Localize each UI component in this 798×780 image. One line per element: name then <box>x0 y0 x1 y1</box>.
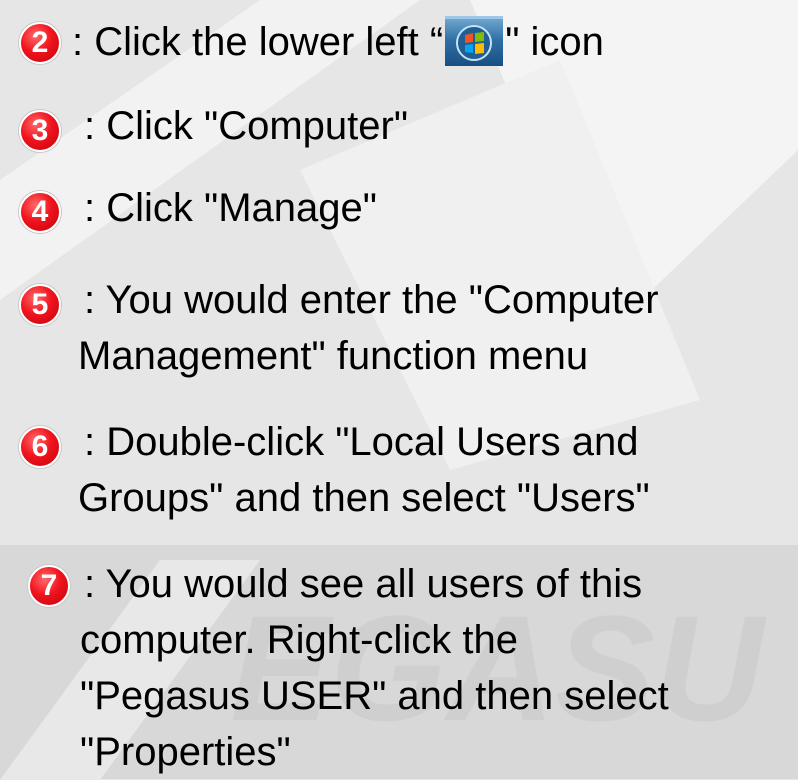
step-number-badge: 7 <box>28 565 70 607</box>
step-text-line: Management" function menu <box>78 334 589 378</box>
step-number-badge: 2 <box>19 22 61 64</box>
step-text: : Click "Computer" <box>84 98 408 154</box>
step-text-line: : You would see all users of this <box>84 562 643 606</box>
step-number-badge: 6 <box>19 426 61 468</box>
step-text-line: " icon <box>505 20 604 64</box>
step-text: : You would enter the "Computer Manageme… <box>78 272 659 384</box>
step-text: : Double-click "Local Users and Groups" … <box>78 414 650 526</box>
step-text-line: Groups" and then select "Users" <box>78 476 650 520</box>
step-text: : You would see all users of this comput… <box>80 556 669 780</box>
step-text-line: : Double-click "Local Users and <box>84 420 639 464</box>
step-text: : Click "Manage" <box>84 180 377 236</box>
step-text: : Click the lower left “ " icon <box>72 14 604 70</box>
step-text-line: "Pegasus USER" and then select <box>80 674 669 718</box>
step-text-line: computer. Right-click the <box>80 618 518 662</box>
step-text-line: : Click "Computer" <box>84 104 409 148</box>
windows-start-orb-icon <box>445 16 504 67</box>
step-text-line: : Click the lower left “ <box>72 20 444 64</box>
step-number-badge: 3 <box>19 110 61 152</box>
step-number-badge: 4 <box>19 191 61 233</box>
step-text-line: : You would enter the "Computer <box>84 278 659 322</box>
step-text-line: : Click "Manage" <box>84 186 377 230</box>
step-text-line: "Properties" <box>80 730 291 774</box>
step-number-badge: 5 <box>19 284 61 326</box>
